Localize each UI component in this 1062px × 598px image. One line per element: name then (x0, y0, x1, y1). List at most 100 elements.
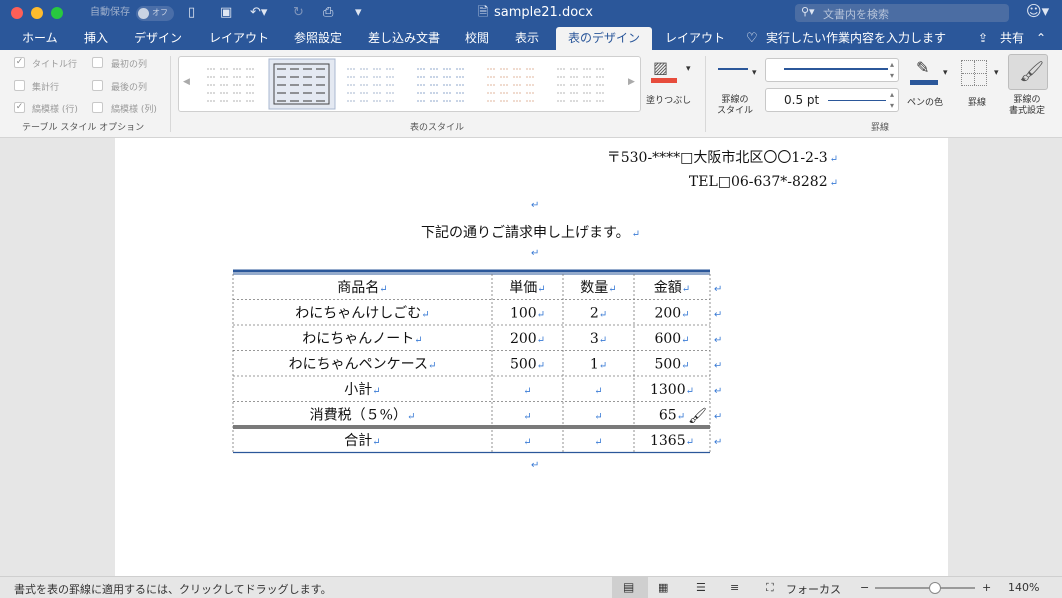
table-cell[interactable]: わにちゃんノート↵ (302, 331, 422, 347)
search-box[interactable]: ⚲▾ 文書内を検索 (795, 4, 1009, 22)
tab-home[interactable]: ホーム (22, 27, 58, 50)
table-style-thumbnail[interactable] (487, 68, 535, 102)
shading-button[interactable]: ▨ (650, 58, 678, 84)
line-weight-select[interactable]: 0.5 pt ▴ ▾ (765, 88, 899, 112)
gallery-right-arrow-icon[interactable]: ▶ (628, 77, 635, 87)
tab-insert[interactable]: 挿入 (84, 27, 108, 50)
table-cell[interactable]: 200↵ (510, 331, 545, 347)
autosave-toggle[interactable]: オフ (136, 6, 174, 21)
table-header-cell[interactable]: 商品名↵ (337, 280, 387, 296)
zoom-slider[interactable] (875, 582, 975, 594)
invoice-table[interactable]: 商品名↵ 単価↵ 数量↵ 金額↵ ↵ わにちゃんけしごむ↵ 100↵ 2↵ 200↵ ↵ わにちゃん… (225, 266, 765, 466)
table-style-thumbnail[interactable] (268, 58, 336, 110)
table-cell[interactable]: 合計↵ (344, 433, 380, 449)
table-cell[interactable]: 500↵ (510, 356, 545, 372)
table-cell[interactable]: 100↵ (510, 305, 545, 321)
banded-rows-checkbox[interactable]: ✓ (14, 102, 25, 113)
document-area[interactable]: 〒530-****□大阪市北区〇〇1-2-3 ↵ TEL□06-637*-8282… (0, 138, 1062, 576)
web-layout-icon[interactable]: ▦ (658, 581, 668, 594)
borders-grid-icon[interactable] (961, 60, 987, 86)
last-column-checkbox[interactable] (92, 80, 103, 91)
table-header-cell[interactable]: 数量↵ (580, 280, 616, 296)
table-style-thumbnail[interactable] (207, 68, 255, 102)
address-line[interactable]: 〒530-****□大阪市北区〇〇1-2-3 ↵ (607, 147, 838, 167)
table-cell[interactable]: 小計↵ (344, 382, 380, 398)
table-cell[interactable]: 3↵ (590, 331, 607, 347)
search-input[interactable]: 文書内を検索 (823, 6, 889, 22)
zoom-out-button[interactable]: − (860, 581, 869, 594)
undo-icon[interactable]: ↶▾ (250, 4, 267, 22)
customize-toolbar-icon[interactable]: ▾ (355, 4, 362, 22)
tab-layout[interactable]: レイアウト (209, 27, 269, 50)
table-cell[interactable]: 1300↵ (650, 382, 694, 398)
table-cell[interactable]: 1↵ (590, 356, 607, 372)
table-style-gallery[interactable]: ◀ ▶ (178, 56, 641, 112)
banded-columns-checkbox[interactable] (92, 102, 103, 113)
share-button[interactable]: 共有 (1000, 27, 1024, 50)
table-header-cell[interactable]: 金額↵ (654, 280, 690, 296)
print-icon[interactable]: ⎙ (323, 4, 333, 22)
table-cell[interactable]: ↵ (594, 411, 602, 422)
borders-dropdown-icon[interactable]: ▾ (994, 68, 999, 78)
gallery-left-arrow-icon[interactable]: ◀ (183, 77, 190, 87)
close-window-button[interactable] (11, 7, 23, 19)
tab-design[interactable]: デザイン (134, 27, 182, 50)
feedback-smiley-icon[interactable]: ☺▾ (1026, 2, 1049, 20)
tab-table-layout[interactable]: レイアウト (665, 27, 725, 50)
zoom-slider-knob[interactable] (929, 582, 941, 594)
tab-table-design[interactable]: 表のデザイン (556, 27, 653, 50)
table-cell[interactable]: わにちゃんけしごむ↵ (295, 305, 429, 321)
tel-line[interactable]: TEL□06-637*-8282 ↵ (689, 174, 838, 190)
zoom-window-button[interactable] (51, 7, 63, 19)
outline-view-icon[interactable]: ☰ (696, 581, 706, 594)
table-cell[interactable]: 500↵ (654, 356, 689, 372)
table-cell[interactable]: ↵ (594, 386, 602, 397)
tab-mailings[interactable]: 差し込み文書 (368, 27, 440, 50)
collapse-ribbon-icon[interactable]: ⌃ (1036, 27, 1046, 50)
save-icon[interactable]: ▣ (220, 4, 232, 22)
tab-review[interactable]: 校閲 (465, 27, 489, 50)
focus-icon[interactable]: ⛶ (766, 581, 774, 595)
table-cell[interactable]: わにちゃんペンケース↵ (289, 356, 437, 372)
minimize-window-button[interactable] (31, 7, 43, 19)
document-page[interactable]: 〒530-****□大阪市北区〇〇1-2-3 ↵ TEL□06-637*-8282… (115, 138, 948, 576)
border-style-button[interactable] (716, 58, 750, 88)
zoom-in-button[interactable]: + (982, 581, 991, 594)
zoom-level[interactable]: 140% (1008, 581, 1039, 594)
table-style-thumbnail[interactable] (347, 68, 395, 102)
border-style-dropdown-icon[interactable]: ▾ (752, 68, 757, 78)
tell-me-input[interactable]: 実行したい作業内容を入力します (766, 27, 946, 50)
first-column-checkbox[interactable] (92, 57, 103, 68)
total-row-checkbox[interactable] (14, 80, 25, 91)
line-style-select[interactable]: ▴ ▾ (765, 58, 899, 82)
header-row-checkbox[interactable]: ✓ (14, 57, 25, 68)
pen-color-dropdown-icon[interactable]: ▾ (943, 68, 948, 78)
table-cell[interactable]: 2↵ (590, 305, 607, 321)
border-painter-button[interactable]: 🖌 (1008, 54, 1048, 90)
table-cell[interactable]: ↵ (594, 437, 602, 448)
pen-color-button[interactable]: ✎ (908, 58, 940, 88)
intro-line[interactable]: 下記の通りご請求申し上げます。 ↵ (421, 222, 640, 242)
table-cell[interactable]: ↵ (523, 411, 531, 422)
line-style-stepper-icon[interactable]: ▴ ▾ (890, 59, 894, 81)
redo-icon[interactable]: ↻ (293, 4, 304, 22)
print-layout-view-button[interactable]: ▤ (612, 577, 648, 598)
table-cell[interactable]: ↵ (523, 386, 531, 397)
shading-dropdown-icon[interactable]: ▾ (686, 64, 691, 74)
table-cell[interactable]: 600↵ (654, 331, 689, 347)
table-style-thumbnail[interactable] (557, 68, 605, 102)
table-style-thumbnails[interactable] (197, 57, 637, 111)
line-weight-stepper-icon[interactable]: ▴ ▾ (890, 89, 894, 111)
table-cell[interactable]: ↵ (523, 437, 531, 448)
table-cell[interactable]: 1365↵ (650, 433, 694, 449)
sidebar-toggle-icon[interactable]: ▯ (188, 4, 195, 22)
focus-button[interactable]: フォーカス (786, 581, 841, 597)
table-header-cell[interactable]: 単価↵ (509, 280, 545, 296)
tab-references[interactable]: 参照設定 (294, 27, 342, 50)
table-cell[interactable]: 消費税（５%）↵ (310, 407, 416, 423)
table-style-thumbnail[interactable] (417, 68, 465, 102)
table-cell[interactable]: 200↵ (654, 305, 689, 321)
tab-view[interactable]: 表示 (515, 27, 539, 50)
draft-view-icon[interactable]: ≡ (730, 581, 739, 594)
table-cell[interactable]: 65↵ (659, 407, 685, 423)
